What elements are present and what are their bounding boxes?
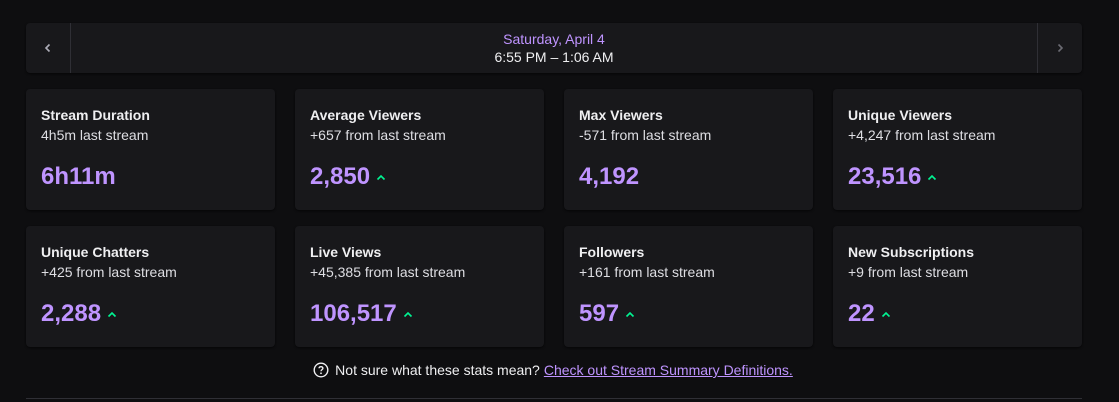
chevron-right-icon <box>1057 43 1064 53</box>
stat-card-new-subscriptions: New Subscriptions +9 from last stream 22 <box>833 226 1082 347</box>
stat-comparison: +9 from last stream <box>848 264 969 280</box>
stat-card-max-viewers: Max Viewers -571 from last stream 4,192 <box>564 89 813 210</box>
stat-value: 106,517 <box>310 300 397 327</box>
stat-comparison: 4h5m last stream <box>41 127 149 143</box>
stat-value: 22 <box>848 300 875 327</box>
stat-title: Live Views <box>310 244 382 260</box>
stat-comparison: +45,385 from last stream <box>310 264 466 280</box>
stat-card-followers: Followers +161 from last stream 597 <box>564 226 813 347</box>
stat-comparison: +161 from last stream <box>579 264 715 280</box>
stat-value: 2,288 <box>41 300 102 327</box>
stat-comparison: -571 from last stream <box>579 127 712 143</box>
stat-title: Unique Viewers <box>848 107 953 123</box>
stat-title: New Subscriptions <box>848 244 975 260</box>
trend-up-icon <box>403 311 413 318</box>
stat-title: Unique Chatters <box>41 244 150 260</box>
stat-value: 6h11m <box>41 163 116 190</box>
stat-value: 597 <box>579 300 620 327</box>
date-display: Saturday, April 4 6:55 PM – 1:06 AM <box>71 23 1037 73</box>
trend-up-icon <box>625 311 635 318</box>
chevron-left-icon <box>44 43 51 53</box>
trend-up-icon <box>881 311 891 318</box>
trend-up-icon <box>927 174 937 181</box>
previous-stream-button[interactable] <box>26 23 71 73</box>
stat-comparison: +4,247 from last stream <box>848 127 996 143</box>
stat-value: 23,516 <box>848 163 922 190</box>
trend-up-icon <box>107 311 117 318</box>
divider <box>26 398 1082 399</box>
next-stream-button[interactable] <box>1037 23 1082 73</box>
question-circle-icon <box>313 362 329 378</box>
date-navigator: Saturday, April 4 6:55 PM – 1:06 AM <box>26 23 1082 73</box>
stat-card-average-viewers: Average Viewers +657 from last stream 2,… <box>295 89 544 210</box>
trend-up-icon <box>376 174 386 181</box>
stats-help-footer: Not sure what these stats mean? Check ou… <box>0 362 1106 378</box>
stream-time-range: 6:55 PM – 1:06 AM <box>494 49 614 65</box>
stat-title: Max Viewers <box>579 107 663 123</box>
stream-summary-definitions-link[interactable]: Check out Stream Summary Definitions. <box>544 362 793 378</box>
stat-comparison: +425 from last stream <box>41 264 177 280</box>
stat-card-unique-viewers: Unique Viewers +4,247 from last stream 2… <box>833 89 1082 210</box>
stat-title: Stream Duration <box>41 107 150 123</box>
stat-card-unique-chatters: Unique Chatters +425 from last stream 2,… <box>26 226 275 347</box>
stat-card-live-views: Live Views +45,385 from last stream 106,… <box>295 226 544 347</box>
stat-title: Average Viewers <box>310 107 422 123</box>
stat-value: 2,850 <box>310 163 371 190</box>
stat-title: Followers <box>579 244 645 260</box>
stat-value: 4,192 <box>579 163 640 190</box>
help-question-text: Not sure what these stats mean? <box>335 362 540 378</box>
stat-comparison: +657 from last stream <box>310 127 446 143</box>
stream-date: Saturday, April 4 <box>503 31 605 47</box>
stat-card-stream-duration: Stream Duration 4h5m last stream 6h11m <box>26 89 275 210</box>
